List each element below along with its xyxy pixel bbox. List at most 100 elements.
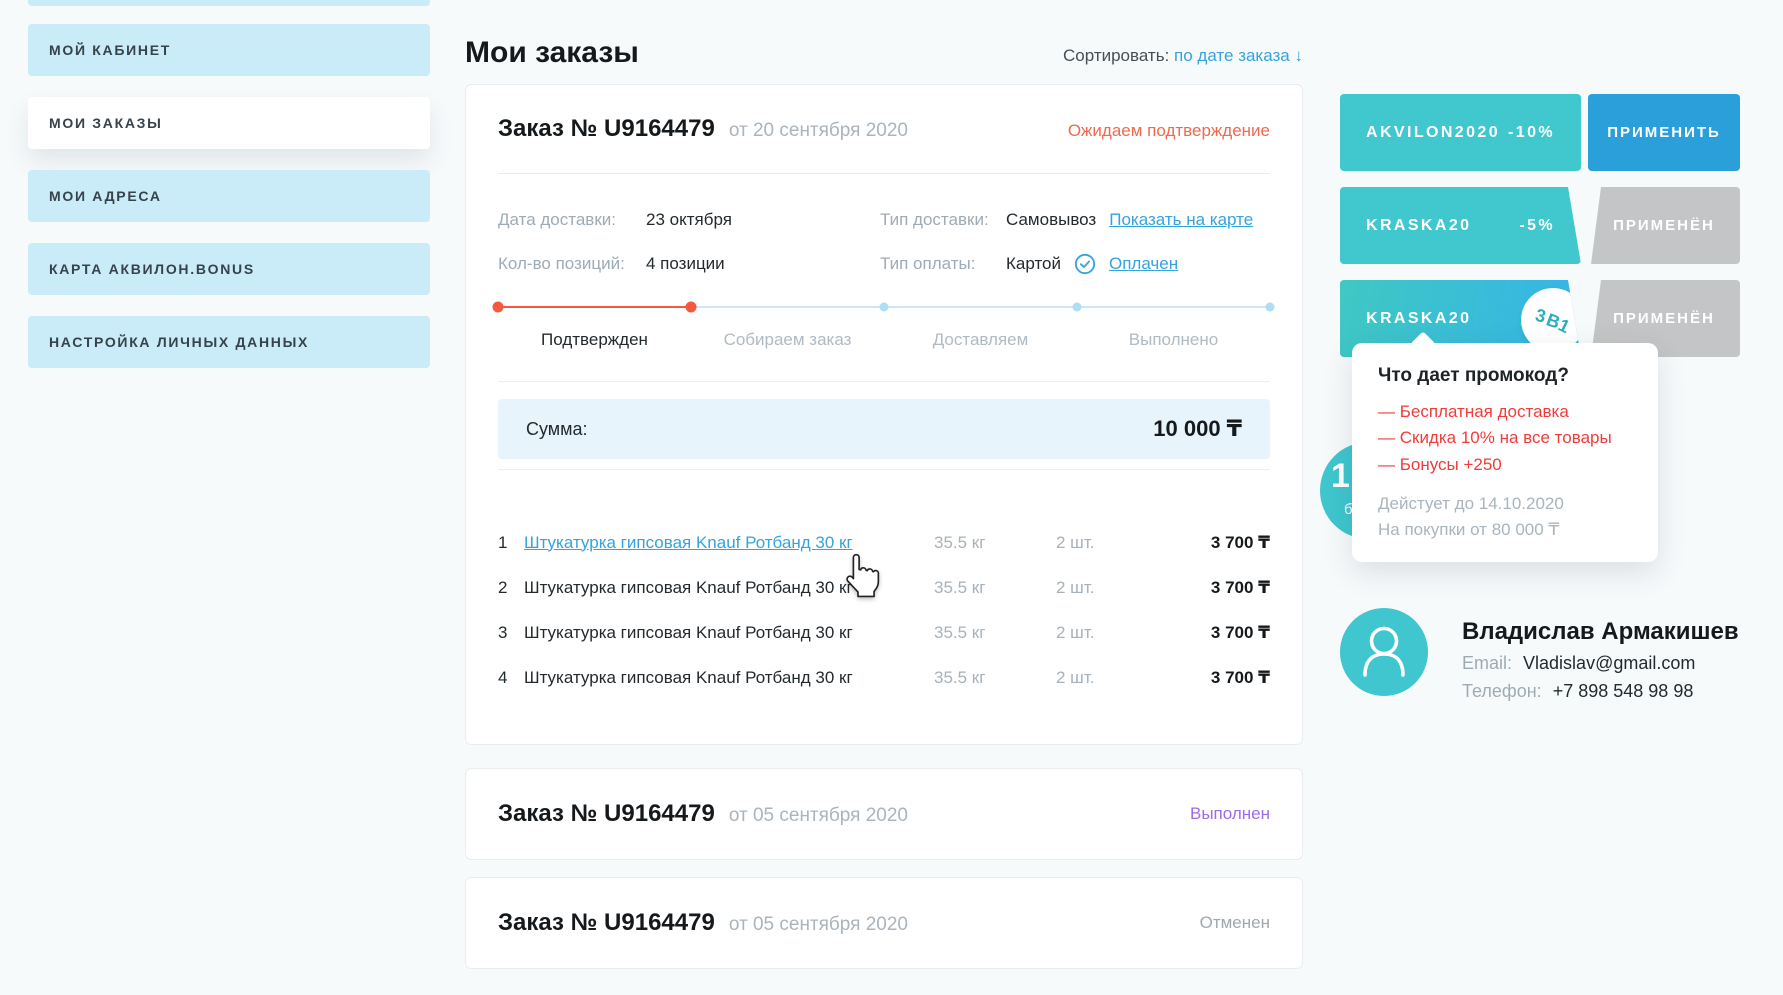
product-list: 1 Штукатурка гипсовая Knauf Ротбанд 30 к… xyxy=(498,520,1270,700)
order-status-badge: Отменен xyxy=(1200,913,1270,933)
product-name-link[interactable]: Штукатурка гипсовая Knauf Ротбанд 30 кг xyxy=(524,533,934,553)
product-weight: 35.5 кг xyxy=(934,623,1056,643)
paid-status-link[interactable]: Оплачен xyxy=(1109,254,1178,274)
product-weight: 35.5 кг xyxy=(934,533,1056,553)
tooltip-condition: На покупки от 80 000 ₸ xyxy=(1378,517,1632,543)
order-date: от 05 сентября 2020 xyxy=(729,914,908,936)
progress-dot xyxy=(493,302,504,313)
promo-code-text: AKVILON2020 xyxy=(1366,124,1500,142)
sidebar: МОЙ КАБИНЕТ МОИ ЗАКАЗЫ МОИ АДРЕСА КАРТА … xyxy=(28,0,430,389)
sidebar-top-sliver xyxy=(28,0,430,6)
sidebar-item-label: МОИ ЗАКАЗЫ xyxy=(49,115,163,131)
product-qty: 2 шт. xyxy=(1056,668,1152,688)
product-price: 3 700 ₸ xyxy=(1152,623,1270,643)
product-index: 3 xyxy=(498,623,524,643)
progress-dot xyxy=(1266,303,1275,312)
order-card-collapsed[interactable]: Заказ № U9164479 от 05 сентября 2020 Отм… xyxy=(465,877,1303,969)
product-qty: 2 шт. xyxy=(1056,623,1152,643)
promo-row: AKVILON2020 -10% ПРИМЕНИТЬ xyxy=(1340,94,1740,171)
divider xyxy=(498,173,1270,174)
page-title: Мои заказы xyxy=(465,36,639,70)
order-sum-section: Сумма: 10 000 ₸ xyxy=(498,381,1270,470)
promo-list: AKVILON2020 -10% ПРИМЕНИТЬ KRASKA20 -5% … xyxy=(1340,0,1740,357)
order-card-collapsed[interactable]: Заказ № U9164479 от 05 сентября 2020 Вып… xyxy=(465,768,1303,860)
payment-type-value: Картой xyxy=(1006,254,1061,274)
tooltip-benefit: — Бесплатная доставка xyxy=(1378,399,1632,425)
promo-applied-button[interactable]: ПРИМЕНЁН xyxy=(1588,187,1740,264)
sidebar-item-bonus-card[interactable]: КАРТА АКВИЛОН.BONUS xyxy=(28,243,430,295)
user-profile: Владислав Армакишев Email: Vladislav@gma… xyxy=(1340,608,1740,702)
product-index: 1 xyxy=(498,533,524,553)
order-status-badge: Выполнен xyxy=(1190,804,1270,824)
items-count-value: 4 позиции xyxy=(646,254,880,274)
delivery-date-value: 23 октября xyxy=(646,210,880,230)
progress-dot xyxy=(880,303,889,312)
email-value: Vladislav@gmail.com xyxy=(1523,653,1695,673)
paid-check-icon xyxy=(1074,253,1096,275)
product-row: 3 Штукатурка гипсовая Knauf Ротбанд 30 к… xyxy=(498,610,1270,655)
progress-step-confirmed: Подтвержден xyxy=(498,330,691,350)
profile-name: Владислав Армакишев xyxy=(1462,618,1739,646)
order-date: от 20 сентября 2020 xyxy=(729,120,908,142)
product-price: 3 700 ₸ xyxy=(1152,668,1270,688)
sidebar-item-my-addresses[interactable]: МОИ АДРЕСА xyxy=(28,170,430,222)
product-row: 1 Штукатурка гипсовая Knauf Ротбанд 30 к… xyxy=(498,520,1270,565)
order-number: Заказ № U9164479 xyxy=(498,800,715,828)
sort-control: Сортировать: по дате заказа ↓ xyxy=(1063,46,1303,70)
sidebar-item-label: МОЙ КАБИНЕТ xyxy=(49,42,171,58)
show-on-map-link[interactable]: Показать на карте xyxy=(1109,210,1253,230)
items-count-label: Кол-во позиций: xyxy=(498,254,646,274)
progress-line-active xyxy=(498,306,691,308)
progress-step-delivering: Доставляем xyxy=(884,330,1077,350)
order-number: Заказ № U9164479 xyxy=(498,115,715,143)
tooltip-title: Что дает промокод? xyxy=(1378,365,1632,387)
product-name-link[interactable]: Штукатурка гипсовая Knauf Ротбанд 30 кг xyxy=(524,668,934,688)
product-price: 3 700 ₸ xyxy=(1152,533,1270,553)
apply-promo-button[interactable]: ПРИМЕНИТЬ xyxy=(1588,94,1740,171)
progress-step-done: Выполнено xyxy=(1077,330,1270,350)
product-row: 2 Штукатурка гипсовая Knauf Ротбанд 30 к… xyxy=(498,565,1270,610)
sum-value: 10 000 ₸ xyxy=(1153,416,1242,442)
sum-label: Сумма: xyxy=(526,419,588,440)
tooltip-benefit: — Бонусы +250 xyxy=(1378,452,1632,478)
phone-label: Телефон: xyxy=(1462,681,1542,701)
sidebar-item-my-orders[interactable]: МОИ ЗАКАЗЫ xyxy=(28,97,430,149)
sort-by-date-link[interactable]: по дате заказа ↓ xyxy=(1174,46,1303,65)
progress-line-remaining xyxy=(691,306,1270,308)
product-index: 4 xyxy=(498,668,524,688)
promo-code-text: KRASKA20 xyxy=(1366,217,1471,235)
avatar xyxy=(1340,608,1428,696)
sort-direction-arrow-icon: ↓ xyxy=(1295,46,1304,65)
sort-label: Сортировать: xyxy=(1063,46,1169,65)
promo-code-akvilon2020: AKVILON2020 -10% xyxy=(1340,94,1581,171)
promo-tooltip: Что дает промокод? — Бесплатная доставка… xyxy=(1352,343,1658,562)
product-row: 4 Штукатурка гипсовая Knauf Ротбанд 30 к… xyxy=(498,655,1270,700)
product-price: 3 700 ₸ xyxy=(1152,578,1270,598)
progress-step-collecting: Собираем заказ xyxy=(691,330,884,350)
promo-discount: -10% xyxy=(1508,124,1555,142)
sidebar-item-my-cabinet[interactable]: МОЙ КАБИНЕТ xyxy=(28,24,430,76)
sidebar-item-personal-settings[interactable]: НАСТРОЙКА ЛИЧНЫХ ДАННЫХ xyxy=(28,316,430,368)
person-icon xyxy=(1340,608,1428,696)
order-number: Заказ № U9164479 xyxy=(498,909,715,937)
product-weight: 35.5 кг xyxy=(934,578,1056,598)
email-label: Email: xyxy=(1462,653,1512,673)
order-card-expanded: Заказ № U9164479 от 20 сентября 2020 Ожи… xyxy=(465,84,1303,745)
delivery-date-label: Дата доставки: xyxy=(498,210,646,230)
phone-value: +7 898 548 98 98 xyxy=(1553,681,1694,701)
right-panel: AKVILON2020 -10% ПРИМЕНИТЬ KRASKA20 -5% … xyxy=(1340,0,1740,995)
tooltip-validity: Дейстует до 14.10.2020 xyxy=(1378,491,1632,517)
tooltip-benefit: — Скидка 10% на все товары xyxy=(1378,425,1632,451)
delivery-type-label: Тип доставки: xyxy=(880,210,1006,230)
product-name-link[interactable]: Штукатурка гипсовая Knauf Ротбанд 30 кг xyxy=(524,623,934,643)
progress-dot xyxy=(1073,303,1082,312)
main-content: Мои заказы Сортировать: по дате заказа ↓… xyxy=(465,0,1303,969)
promo-code-kraska20: KRASKA20 -5% xyxy=(1340,187,1581,264)
product-qty: 2 шт. xyxy=(1056,578,1152,598)
bonus-value: 1 xyxy=(1331,457,1350,496)
product-index: 2 xyxy=(498,578,524,598)
delivery-type-value: Самовывоз xyxy=(1006,210,1096,230)
order-details: Дата доставки: 23 октября Тип доставки: … xyxy=(498,210,1270,275)
sidebar-item-label: НАСТРОЙКА ЛИЧНЫХ ДАННЫХ xyxy=(49,334,309,350)
order-date: от 05 сентября 2020 xyxy=(729,805,908,827)
